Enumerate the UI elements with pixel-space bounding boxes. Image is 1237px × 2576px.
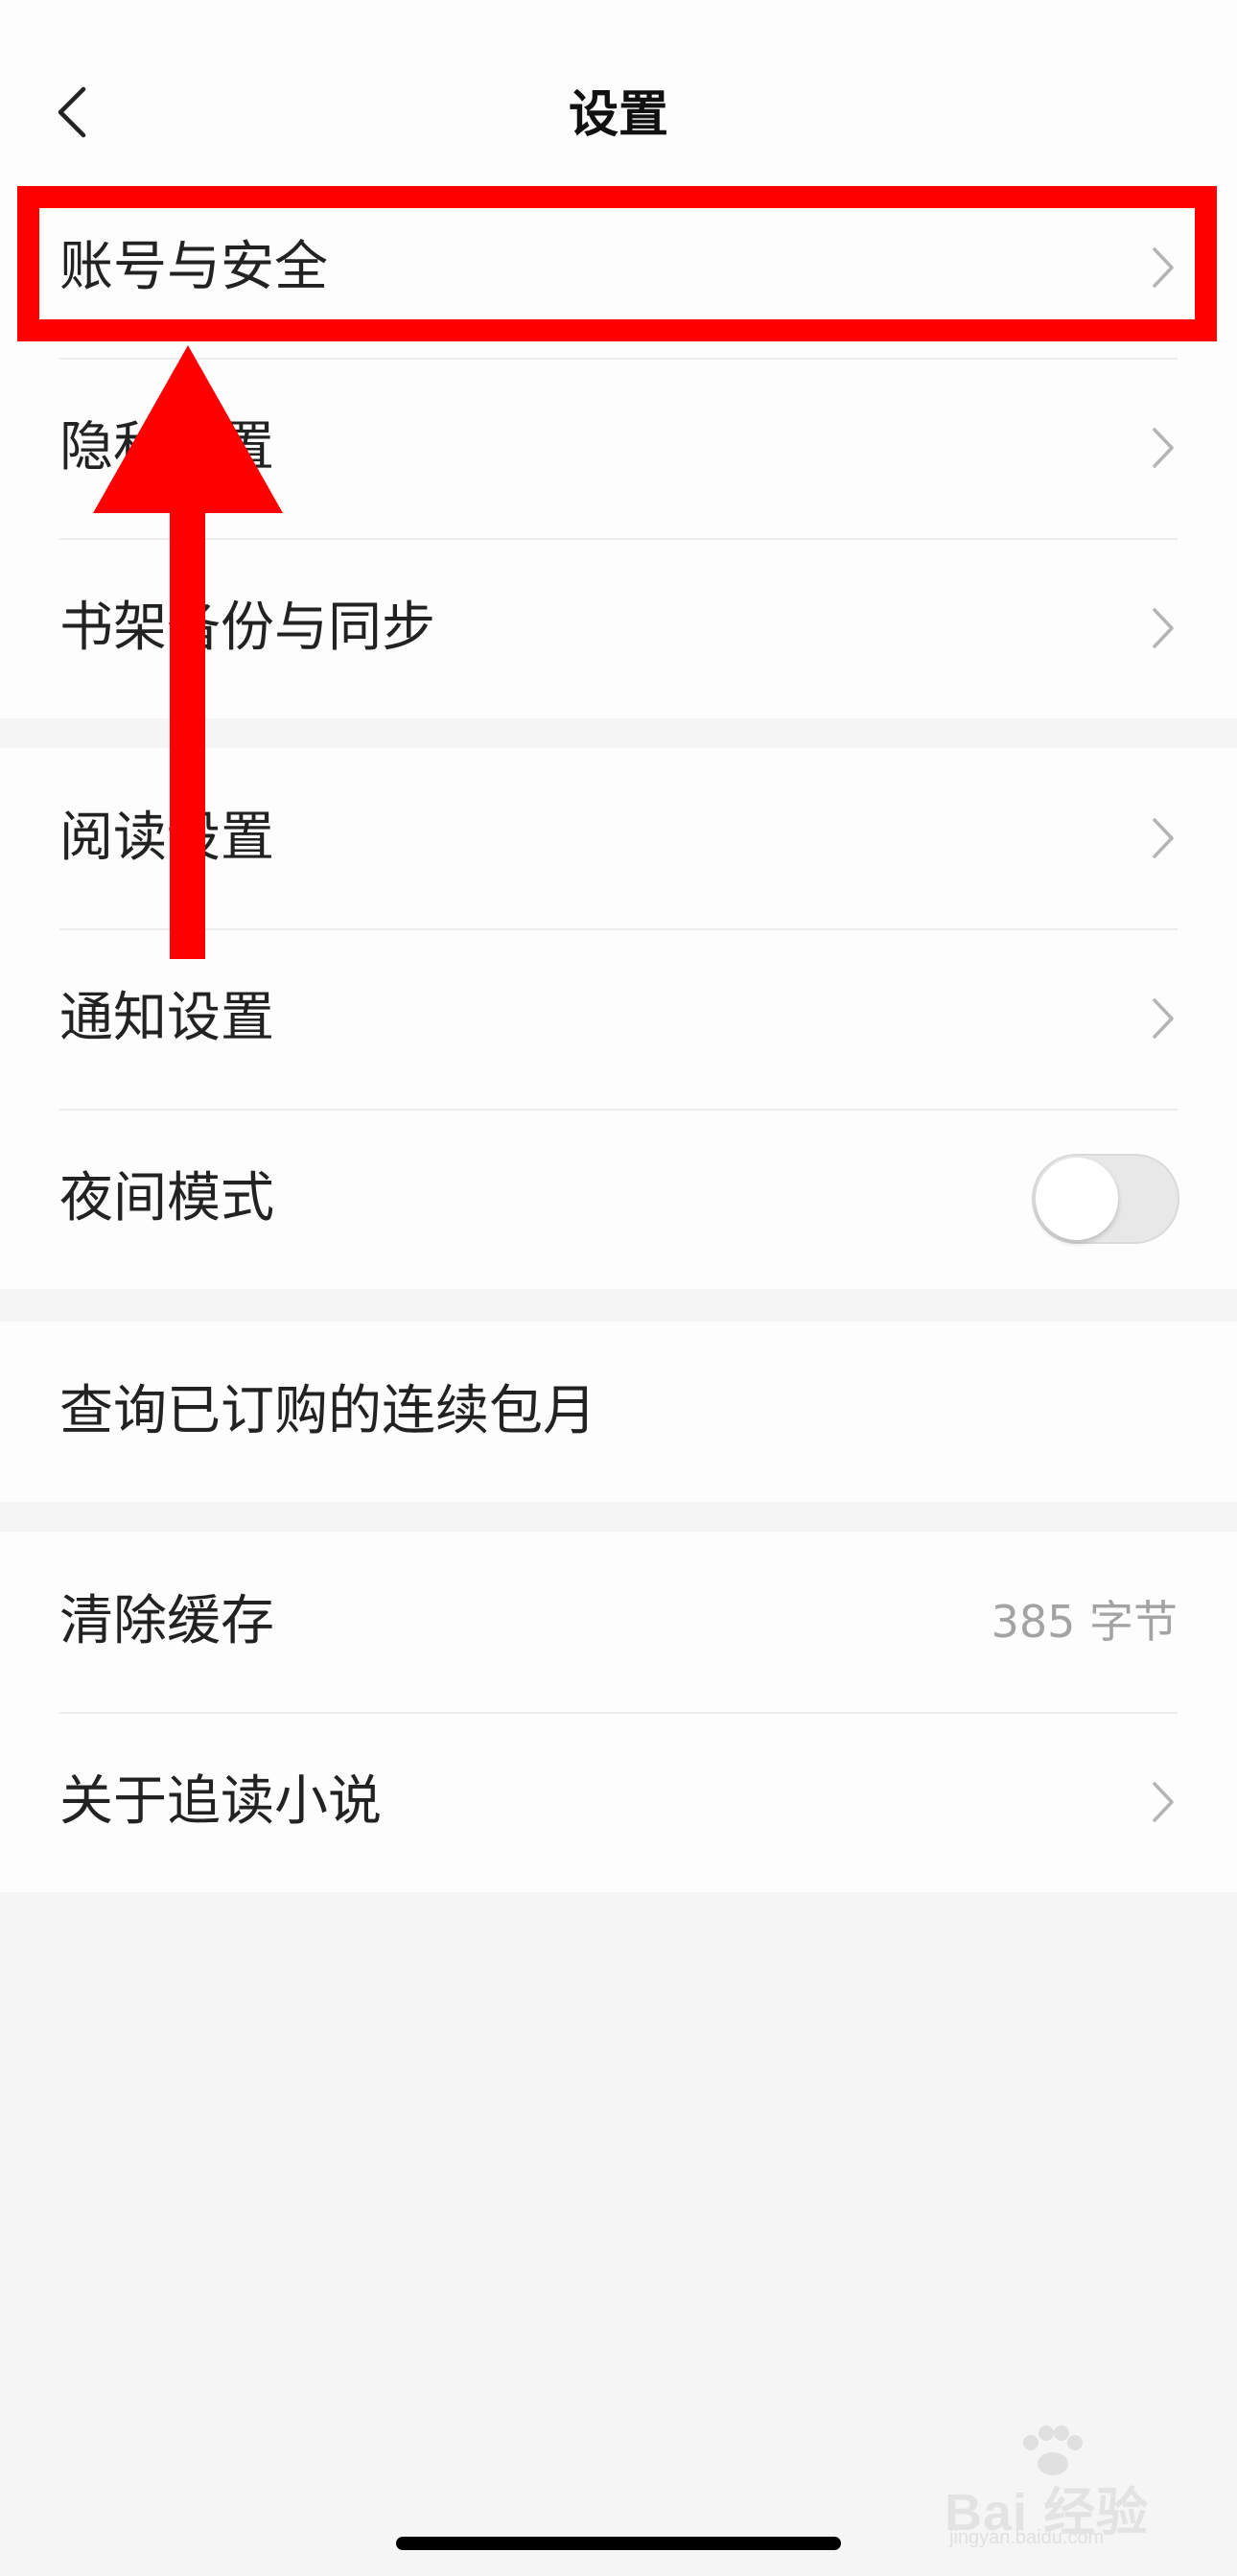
row-label: 清除缓存 (59, 1590, 274, 1652)
row-label: 查询已订购的连续包月 (59, 1380, 596, 1442)
settings-row-night-mode: 夜间模式 (0, 1109, 1237, 1289)
row-label: 关于追读小说 (59, 1770, 382, 1833)
settings-group-misc: 清除缓存 385 字节 关于追读小说 (0, 1532, 1237, 1892)
settings-page: 设置 账号与安全 隐私设置 书架备份与同步 阅读设置 (0, 0, 1237, 2576)
baidu-jingyan-watermark: Bai 经验 jingyan.baidu.com (945, 2422, 1203, 2548)
settings-row-clear-cache[interactable]: 清除缓存 385 字节 (0, 1532, 1237, 1712)
settings-row-about[interactable]: 关于追读小说 (0, 1712, 1237, 1892)
watermark-sub: jingyan.baidu.com (949, 2527, 1105, 2548)
chevron-right-icon (1149, 1778, 1178, 1826)
home-indicator[interactable] (396, 2537, 841, 2550)
settings-row-subscriptions[interactable]: 查询已订购的连续包月 (0, 1322, 1237, 1502)
cache-size-value: 385 字节 (991, 1596, 1178, 1648)
toggle-knob (1036, 1158, 1118, 1240)
annotation-arrow (93, 345, 283, 959)
row-label: 夜间模式 (59, 1167, 274, 1229)
settings-group-subscription: 查询已订购的连续包月 (0, 1322, 1237, 1502)
night-mode-toggle[interactable] (1032, 1154, 1179, 1244)
